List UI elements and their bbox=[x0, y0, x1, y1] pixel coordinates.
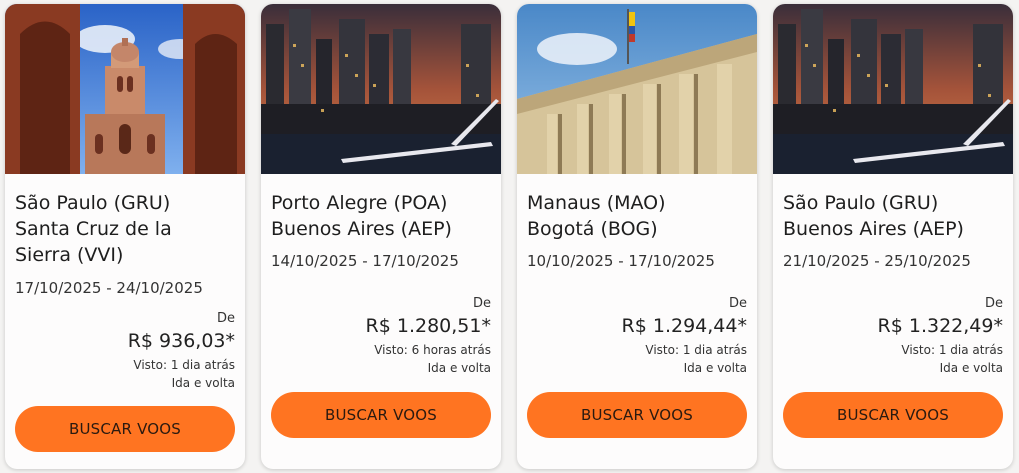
deal-card[interactable]: São Paulo (GRU) Buenos Aires (AEP) 21/10… bbox=[773, 4, 1013, 469]
origin-label: São Paulo (GRU) bbox=[783, 192, 939, 214]
destination-label: Bogotá (BOG) bbox=[527, 218, 658, 240]
price-from-label: De bbox=[472, 296, 491, 311]
origin-label: São Paulo (GRU) bbox=[15, 192, 171, 214]
deal-card[interactable]: Manaus (MAO) Bogotá (BOG) 10/10/2025 - 1… bbox=[517, 4, 757, 469]
travel-dates: 17/10/2025 - 24/10/2025 bbox=[15, 279, 203, 297]
origin-label: Manaus (MAO) bbox=[527, 192, 666, 214]
deal-card[interactable]: Porto Alegre (POA) Buenos Aires (AEP) 14… bbox=[261, 4, 501, 469]
seen-time: Visto: 1 dia atrás bbox=[133, 358, 235, 372]
trip-type: Ida e volta bbox=[683, 361, 747, 375]
origin-label: Porto Alegre (POA) bbox=[271, 192, 448, 214]
price: R$ 1.294,44* bbox=[621, 315, 747, 337]
price-box: De R$ 936,03* Visto: 1 dia atrás Ida e v… bbox=[128, 311, 235, 390]
search-flights-button[interactable]: BUSCAR VOOS bbox=[271, 392, 491, 438]
price-from-label: De bbox=[728, 296, 747, 311]
seen-time: Visto: 1 dia atrás bbox=[901, 343, 1003, 357]
search-flights-button[interactable]: BUSCAR VOOS bbox=[15, 406, 235, 452]
travel-dates: 10/10/2025 - 17/10/2025 bbox=[527, 252, 715, 270]
travel-dates: 21/10/2025 - 25/10/2025 bbox=[783, 252, 971, 270]
route: Manaus (MAO) Bogotá (BOG) bbox=[527, 190, 751, 242]
price-box: De R$ 1.280,51* Visto: 6 horas atrás Ida… bbox=[366, 296, 491, 375]
search-flights-button[interactable]: BUSCAR VOOS bbox=[527, 392, 747, 438]
trip-type: Ida e volta bbox=[939, 361, 1003, 375]
seen-time: Visto: 1 dia atrás bbox=[645, 343, 747, 357]
city-skyline-photo bbox=[773, 4, 1013, 174]
price-box: De R$ 1.322,49* Visto: 1 dia atrás Ida e… bbox=[878, 296, 1003, 375]
trip-type: Ida e volta bbox=[427, 361, 491, 375]
route: Porto Alegre (POA) Buenos Aires (AEP) bbox=[271, 190, 495, 242]
search-flights-button[interactable]: BUSCAR VOOS bbox=[783, 392, 1003, 438]
church-tower-photo bbox=[5, 4, 245, 174]
destination-label-cont: Sierra (VVI) bbox=[15, 244, 124, 266]
route: São Paulo (GRU) Buenos Aires (AEP) bbox=[783, 190, 1007, 242]
deal-card[interactable]: São Paulo (GRU) Santa Cruz de la Sierra … bbox=[5, 4, 245, 469]
price-from-label: De bbox=[216, 311, 235, 326]
route: São Paulo (GRU) Santa Cruz de la Sierra … bbox=[15, 190, 239, 268]
trip-type: Ida e volta bbox=[171, 376, 235, 390]
capitol-building-photo bbox=[517, 4, 757, 174]
seen-time: Visto: 6 horas atrás bbox=[374, 343, 491, 357]
travel-dates: 14/10/2025 - 17/10/2025 bbox=[271, 252, 459, 270]
destination-label: Santa Cruz de la bbox=[15, 218, 172, 240]
city-skyline-photo bbox=[261, 4, 501, 174]
price: R$ 936,03* bbox=[127, 330, 235, 352]
price: R$ 1.322,49* bbox=[877, 315, 1003, 337]
deals-row: São Paulo (GRU) Santa Cruz de la Sierra … bbox=[0, 0, 1019, 473]
price-box: De R$ 1.294,44* Visto: 1 dia atrás Ida e… bbox=[622, 296, 747, 375]
price: R$ 1.280,51* bbox=[365, 315, 491, 337]
destination-label: Buenos Aires (AEP) bbox=[783, 218, 964, 240]
price-from-label: De bbox=[984, 296, 1003, 311]
destination-label: Buenos Aires (AEP) bbox=[271, 218, 452, 240]
